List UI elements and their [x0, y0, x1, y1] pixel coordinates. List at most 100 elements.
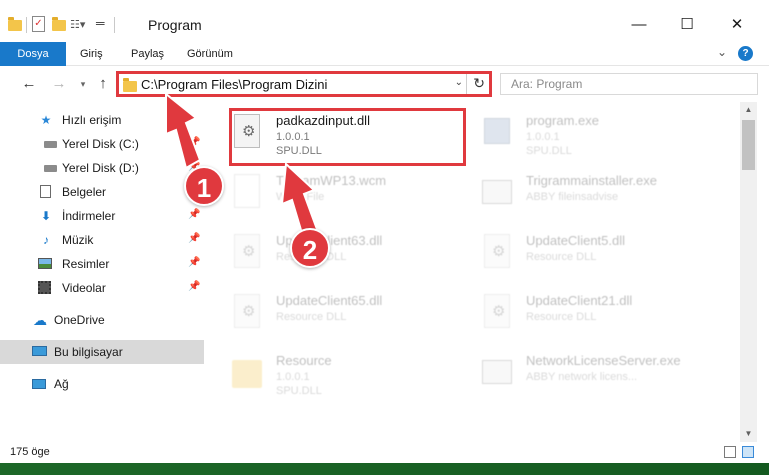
help-icon[interactable]: ?	[738, 46, 753, 61]
exe-file-icon	[482, 114, 512, 152]
customize-toolbar-icon[interactable]: ☷▾	[70, 18, 85, 31]
sidebar-item-local-disk-c[interactable]: Yerel Disk (C:) 📌	[0, 132, 204, 156]
forward-arrow-icon[interactable]: →	[48, 73, 70, 95]
large-icons-view-icon[interactable]	[742, 446, 754, 458]
list-item[interactable]: TrigramWP13.wcm WCM File	[214, 166, 454, 222]
star-icon: ★	[40, 113, 52, 127]
sidebar-item-downloads[interactable]: ⬇ İndirmeler 📌	[0, 204, 204, 228]
search-placeholder: Ara: Program	[511, 77, 583, 91]
file-description: SPU.DLL	[526, 145, 572, 157]
new-folder-icon[interactable]	[52, 17, 66, 31]
music-icon: ♪	[43, 233, 49, 247]
sidebar-item-label: OneDrive	[54, 313, 105, 327]
network-icon	[32, 377, 48, 391]
list-item[interactable]: NetworkLicenseServer.exe ABBY network li…	[464, 346, 704, 402]
drive-icon	[44, 161, 60, 175]
file-name: Trigrammainstaller.exe	[526, 173, 658, 188]
sidebar-item-label: Yerel Disk (C:)	[62, 137, 139, 151]
sidebar-item-quick-access[interactable]: ★ Hızlı erişim	[0, 108, 204, 132]
sidebar-item-label: Müzik	[62, 233, 94, 247]
file-type: WCM File	[276, 191, 325, 203]
address-bar[interactable]: C:\Program Files\Program Dizini ⌄ ↻	[116, 71, 492, 97]
toolbar-divider	[26, 17, 27, 33]
list-item[interactable]: Trigrammainstaller.exe ABBY fileinsadvis…	[464, 166, 704, 222]
picture-icon	[38, 257, 54, 271]
file-name: NetworkLicenseServer.exe	[526, 353, 681, 368]
sidebar-item-label: İndirmeler	[62, 209, 116, 223]
tab-file[interactable]: Dosya	[0, 42, 66, 66]
minimize-button[interactable]: —	[616, 10, 662, 40]
file-type: Resource DLL	[526, 311, 597, 323]
navigation-bar: ← → ▾ ↑ C:\Program Files\Program Dizini …	[0, 66, 769, 102]
properties-icon[interactable]: ✓	[32, 16, 45, 32]
file-icon	[232, 174, 262, 212]
search-input[interactable]: Ara: Program	[500, 73, 758, 95]
ribbon-tabs: Dosya Giriş Paylaş Görünüm ⌄ ?	[0, 42, 769, 66]
list-item[interactable]: ⚙ UpdateClient5.dll Resource DLL	[464, 226, 704, 282]
sidebar-item-music[interactable]: ♪ Müzik 📌	[0, 228, 204, 252]
file-name: UpdateClient21.dll	[526, 293, 633, 308]
list-item[interactable]: ⚙ UpdateClient63.dll Resource DLL	[214, 226, 454, 282]
sidebar-item-label: Yerel Disk (D:)	[62, 161, 139, 175]
folder-icon	[123, 78, 137, 92]
computer-icon	[32, 345, 48, 359]
dll-file-icon: ⚙	[232, 234, 262, 272]
tab-home[interactable]: Giriş	[80, 42, 103, 66]
chevron-down-icon[interactable]: ═	[96, 16, 105, 30]
sidebar-item-videos[interactable]: Videolar 📌	[0, 276, 204, 300]
tab-share[interactable]: Paylaş	[131, 42, 164, 66]
drive-icon	[44, 137, 60, 151]
scroll-down-icon[interactable]: ▼	[740, 426, 757, 442]
navigation-pane: ★ Hızlı erişim Yerel Disk (C:) 📌 Yerel D…	[0, 102, 212, 442]
details-view-icon[interactable]	[724, 446, 736, 458]
step-1-badge: 1	[184, 166, 224, 206]
item-count: 175 öge	[10, 446, 50, 458]
address-path[interactable]: C:\Program Files\Program Dizini	[141, 77, 327, 92]
document-icon	[40, 185, 56, 199]
sidebar-item-onedrive[interactable]: ☁ OneDrive	[0, 308, 204, 332]
file-type: Resource DLL	[526, 251, 597, 263]
sidebar-item-label: Ağ	[54, 377, 69, 391]
address-divider	[466, 74, 467, 94]
sidebar-item-label: Belgeler	[62, 185, 107, 199]
sidebar-item-label: Hızlı erişim	[62, 113, 122, 127]
pin-icon[interactable]: 📌	[188, 281, 200, 292]
file-name: UpdateClient5.dll	[526, 233, 626, 248]
status-bar: 175 öge	[0, 442, 769, 463]
sidebar-item-network[interactable]: Ağ	[0, 372, 204, 396]
scroll-thumb[interactable]	[742, 120, 755, 170]
list-item[interactable]: program.exe 1.0.0.1 SPU.DLL	[464, 106, 704, 162]
pin-icon[interactable]: 📌	[188, 209, 200, 220]
folder-icon[interactable]	[8, 17, 22, 31]
maximize-button[interactable]: ☐	[664, 10, 710, 40]
back-arrow-icon[interactable]: ←	[18, 73, 40, 95]
refresh-icon[interactable]: ↻	[473, 75, 485, 92]
sidebar-item-documents[interactable]: Belgeler 📌	[0, 180, 204, 204]
list-item[interactable]: ⚙ UpdateClient65.dll Resource DLL	[214, 286, 454, 342]
list-item[interactable]: Resource 1.0.0.1 SPU.DLL	[214, 346, 454, 402]
file-description: ABBY network licens...	[526, 371, 638, 383]
close-button[interactable]: ✕	[714, 10, 760, 40]
sidebar-item-local-disk-d[interactable]: Yerel Disk (D:) 📌	[0, 156, 204, 180]
file-version: 1.0.0.1	[276, 371, 310, 383]
list-item[interactable]: ⚙ UpdateClient21.dll Resource DLL	[464, 286, 704, 342]
up-arrow-icon[interactable]: ↑	[92, 73, 114, 95]
scroll-up-icon[interactable]: ▲	[740, 102, 757, 118]
download-icon: ⬇	[40, 209, 52, 223]
sidebar-item-this-pc[interactable]: Bu bilgisayar	[0, 340, 204, 364]
pin-icon[interactable]: 📌	[188, 137, 200, 148]
pin-icon[interactable]: 📌	[188, 233, 200, 244]
sidebar-item-pictures[interactable]: Resimler 📌	[0, 252, 204, 276]
file-description: ABBY fileinsadvise	[526, 191, 619, 203]
tab-view[interactable]: Görünüm	[187, 42, 233, 66]
title-bar: ✓ ☷▾ ═ Program — ☐ ✕	[0, 0, 769, 42]
exe-file-icon	[482, 174, 512, 212]
vertical-scrollbar[interactable]: ▲ ▼	[740, 102, 757, 442]
chevron-down-icon[interactable]: ⌄	[455, 77, 463, 88]
recent-locations-icon[interactable]: ▾	[72, 73, 94, 95]
pin-icon[interactable]: 📌	[188, 257, 200, 268]
ribbon-expand-icon[interactable]: ⌄	[717, 45, 727, 59]
file-explorer-window: ✓ ☷▾ ═ Program — ☐ ✕ Dosya Giriş Paylaş …	[0, 0, 769, 463]
exe-file-icon	[482, 354, 512, 392]
video-icon	[38, 281, 54, 295]
